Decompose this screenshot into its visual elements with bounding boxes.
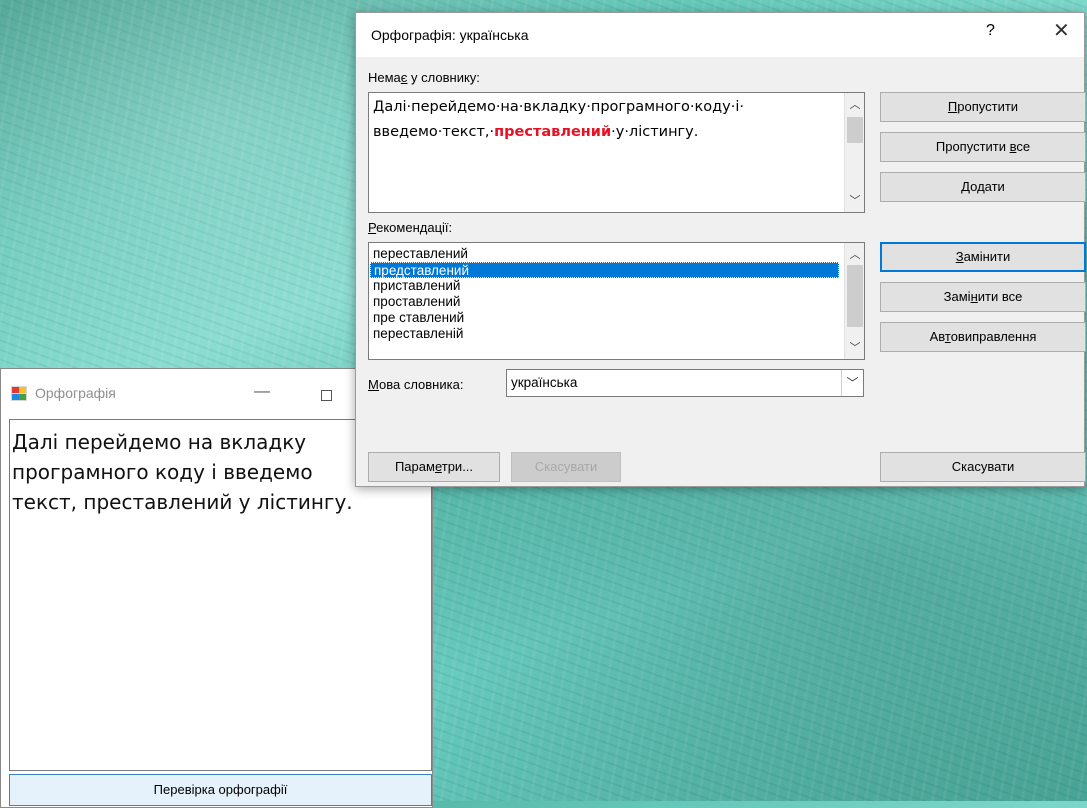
spelling-dialog: Орфографія: українська ? ✕ Немає у словн… xyxy=(355,12,1086,487)
autocorrect-button[interactable]: Автовиправлення xyxy=(880,322,1086,352)
suggestion-item[interactable]: переставленій xyxy=(370,326,839,342)
suggestions-label: Рекомендації: xyxy=(368,220,453,235)
misspelled-word: преставлений xyxy=(494,124,612,140)
suggestions-scrollbar[interactable]: ︿ ﹀ xyxy=(844,243,864,359)
minimize-icon[interactable]: — xyxy=(254,383,270,401)
scroll-up-icon[interactable]: ︿ xyxy=(845,96,865,112)
spell-check-button[interactable]: Перевірка орфографії xyxy=(9,774,432,806)
dialog-title: Орфографія: українська xyxy=(371,27,529,43)
dictionary-language-value: українська xyxy=(511,375,578,390)
ignore-button[interactable]: Пропустити xyxy=(880,92,1086,122)
scroll-thumb[interactable] xyxy=(847,117,863,143)
undo-button[interactable]: Скасувати xyxy=(511,452,621,482)
suggestion-item[interactable]: пре ставлений xyxy=(370,310,839,326)
dictionary-language-select[interactable]: українська ﹀ xyxy=(506,369,864,397)
not-in-dictionary-text-box[interactable]: Далі·перейдемо·на·вкладку·програмного·ко… xyxy=(368,92,865,213)
dialog-titlebar[interactable]: Орфографія: українська ? ✕ xyxy=(356,13,1084,57)
scroll-down-icon[interactable]: ﹀ xyxy=(845,339,865,355)
help-button[interactable]: ? xyxy=(986,22,995,40)
suggestions-list[interactable]: переставлений представлений приставлений… xyxy=(368,242,865,360)
suggestion-item[interactable]: проставлений xyxy=(370,294,839,310)
scroll-up-icon[interactable]: ︿ xyxy=(845,246,865,262)
suggestion-item[interactable]: приставлений xyxy=(370,278,839,294)
chevron-down-icon[interactable]: ﹀ xyxy=(841,370,863,396)
text-scrollbar[interactable]: ︿ ﹀ xyxy=(844,93,864,212)
change-all-button[interactable]: Замінити все xyxy=(880,282,1086,312)
maximize-icon[interactable] xyxy=(321,390,332,401)
close-icon[interactable]: ✕ xyxy=(1053,18,1070,43)
scroll-down-icon[interactable]: ﹀ xyxy=(845,192,865,208)
suggestion-item-selected[interactable]: представлений xyxy=(370,262,839,278)
form-title: Орфографія xyxy=(35,385,116,401)
sentence-text: Далі·перейдемо·на·вкладку·програмного·ко… xyxy=(373,99,744,140)
options-button[interactable]: Параметри... xyxy=(368,452,500,482)
ignore-all-button[interactable]: Пропустити все xyxy=(880,132,1086,162)
dictionary-language-label: Мова словника: xyxy=(368,377,464,392)
not-in-dictionary-label: Немає у словнику: xyxy=(368,70,480,85)
add-to-dictionary-button[interactable]: Додати xyxy=(880,172,1086,202)
form-text-line: текст, преставлений у лістингу. xyxy=(12,490,353,514)
change-button[interactable]: Замінити xyxy=(880,242,1086,272)
cancel-button[interactable]: Скасувати xyxy=(880,452,1086,482)
scroll-thumb[interactable] xyxy=(847,265,863,327)
app-icon xyxy=(11,386,27,401)
suggestion-item[interactable]: переставлений xyxy=(370,246,839,262)
